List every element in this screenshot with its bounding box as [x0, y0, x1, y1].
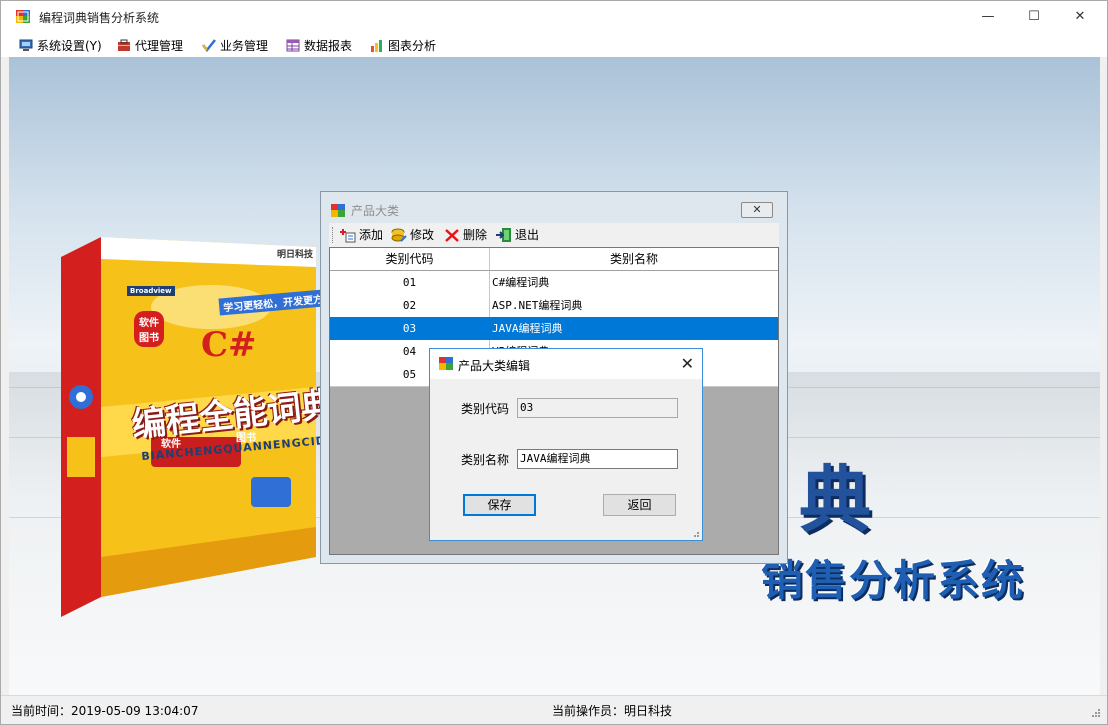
delete-icon: [445, 228, 459, 242]
minimize-button[interactable]: —: [965, 1, 1011, 32]
save-button[interactable]: 保存: [463, 494, 536, 516]
book-band-left: 软件: [161, 439, 181, 450]
cell-code[interactable]: 01: [330, 271, 490, 294]
grid-header: 类别代码 类别名称: [330, 248, 778, 271]
business-icon: [202, 38, 216, 52]
title-bar: 编程词典销售分析系统 — ☐ ✕: [1, 1, 1107, 32]
edit-button[interactable]: 修改: [391, 226, 434, 243]
menu-label: 代理管理: [135, 38, 184, 53]
app-icon: [16, 10, 30, 23]
cell-name[interactable]: ASP.NET编程词典: [492, 294, 582, 317]
menu-system-settings[interactable]: 系统设置(Y): [19, 36, 102, 54]
agent-icon: [118, 39, 130, 51]
dialog-app-icon: [439, 357, 453, 370]
cell-code[interactable]: 03: [330, 317, 490, 340]
cell-name[interactable]: C#编程词典: [492, 271, 549, 294]
resize-grip-icon[interactable]: [1091, 708, 1101, 718]
add-button[interactable]: 添加: [340, 226, 383, 243]
maximize-icon: ☐: [1028, 9, 1040, 24]
book-brand: Broadview: [127, 286, 175, 296]
close-icon: ✕: [680, 354, 694, 373]
status-bar: 当前时间：2019-05-09 13:04:07 当前操作员：明日科技: [1, 695, 1107, 724]
menu-label: 数据报表: [304, 38, 353, 53]
product-window-titlebar: 产品大类: [331, 202, 399, 219]
delete-button[interactable]: 删除: [444, 226, 487, 243]
dialog-title: 产品大类编辑: [458, 359, 531, 373]
table-row[interactable]: 02 ASP.NET编程词典: [330, 294, 778, 318]
code-field[interactable]: 03: [517, 398, 678, 418]
toolbar-label: 添加: [359, 228, 384, 242]
resize-grip-icon[interactable]: [690, 528, 700, 538]
decor-character: 典: [799, 458, 872, 542]
book-title-lang: C#: [201, 325, 257, 365]
system-settings-icon: [19, 39, 33, 51]
dialog-titlebar: 产品大类编辑 ✕: [430, 349, 702, 379]
report-icon: [286, 39, 300, 51]
back-button[interactable]: 返回: [603, 494, 676, 516]
cell-code[interactable]: 02: [330, 294, 490, 317]
maximize-button[interactable]: ☐: [1011, 1, 1057, 32]
menu-chart-analysis[interactable]: 图表分析: [370, 36, 436, 54]
close-button[interactable]: ✕: [1057, 1, 1103, 32]
exit-button[interactable]: 退出: [496, 226, 539, 243]
dialog-close-button[interactable]: ✕: [681, 354, 694, 373]
status-time: 当前时间：2019-05-09 13:04:07: [11, 704, 199, 718]
menu-data-report[interactable]: 数据报表: [286, 36, 352, 54]
window-title: 编程词典销售分析系统: [39, 11, 160, 25]
main-window: 编程词典销售分析系统 — ☐ ✕ 系统设置(Y) 代理管理 业务管理 数据报表 …: [0, 0, 1108, 725]
window-app-icon: [331, 204, 345, 217]
slogan-text: 销售分析系统: [761, 556, 1026, 605]
code-label: 类别代码: [461, 402, 510, 416]
menu-label: 业务管理: [220, 38, 269, 53]
menu-agent-management[interactable]: 代理管理: [117, 36, 183, 54]
product-window-title: 产品大类: [351, 204, 400, 218]
column-header-code[interactable]: 类别代码: [330, 248, 490, 270]
exit-icon: [496, 227, 511, 242]
minimize-icon: —: [981, 9, 995, 24]
category-edit-dialog: 产品大类编辑 ✕ 类别代码 03 类别名称 JAVA编程词典 保存 返回: [429, 348, 703, 541]
product-toolbar: 添加 修改 删除 退出: [329, 223, 779, 247]
column-header-name[interactable]: 类别名称: [490, 248, 778, 270]
book-badge: 软件 图书: [134, 311, 164, 347]
toolbar-label: 删除: [463, 228, 488, 242]
name-label: 类别名称: [461, 453, 510, 467]
book-publisher: 明日科技: [277, 250, 314, 260]
status-operator: 当前操作员：明日科技: [552, 704, 673, 718]
menu-bar: 系统设置(Y) 代理管理 业务管理 数据报表 图表分析: [1, 32, 1107, 57]
table-row-selected[interactable]: 03 JAVA编程词典: [330, 317, 778, 341]
close-icon: ✕: [1074, 9, 1086, 24]
edit-icon: [391, 228, 407, 242]
add-icon: [340, 228, 356, 242]
close-icon: ✕: [752, 203, 762, 216]
cell-name[interactable]: JAVA编程词典: [492, 317, 563, 340]
menu-label: 系统设置(Y): [37, 38, 102, 53]
table-row[interactable]: 01 C#编程词典: [330, 271, 778, 295]
name-field[interactable]: JAVA编程词典: [517, 449, 678, 469]
toolbar-grip[interactable]: [332, 227, 335, 243]
chart-icon: [371, 39, 382, 52]
menu-business-management[interactable]: 业务管理: [202, 36, 268, 54]
toolbar-label: 退出: [515, 228, 540, 242]
toolbar-label: 修改: [410, 228, 435, 242]
menu-label: 图表分析: [388, 38, 437, 53]
product-window-close-button[interactable]: ✕: [741, 202, 773, 218]
book-band-right: 图书: [236, 433, 256, 444]
